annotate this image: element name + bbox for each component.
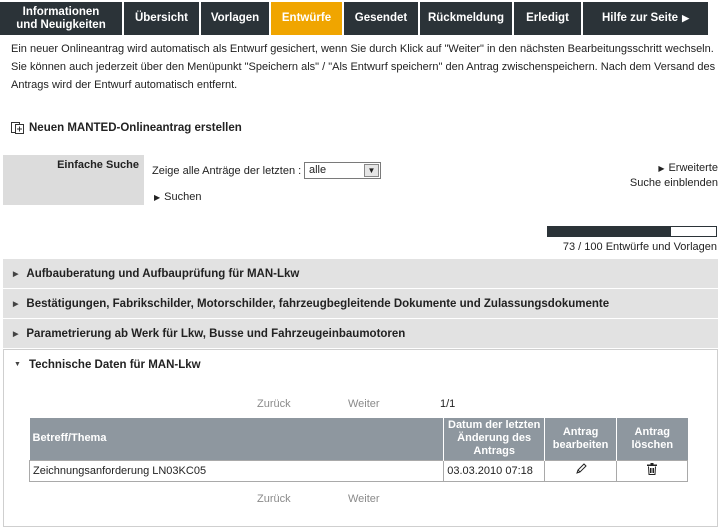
- drafts-table: Betreff/Thema Datum der letzten Änderung…: [28, 418, 688, 482]
- table-row: Zeichnungsanforderung LN03KC05 03.03.201…: [28, 459, 688, 482]
- period-select-value: alle: [309, 164, 327, 176]
- search-panel: Zeige alle Anträge der letzten : alle ▼ …: [144, 155, 718, 205]
- category-item[interactable]: ▶ Aufbauberatung und Aufbauprüfung für MA…: [3, 259, 718, 289]
- pager-next[interactable]: Weiter: [348, 398, 380, 410]
- category-item[interactable]: ▶ Bestätigungen, Fabrikschilder, Motorsch…: [3, 289, 718, 319]
- column-date: Datum der letzten Änderung des Antrags: [443, 418, 546, 460]
- tab-4[interactable]: Gesendet: [344, 2, 420, 35]
- pager-next[interactable]: Weiter: [348, 493, 380, 505]
- tab-2[interactable]: Vorlagen: [201, 2, 271, 35]
- tab-label: Informationen und Neuigkeiten: [16, 5, 106, 31]
- tab-1[interactable]: Übersicht: [124, 2, 201, 35]
- tab-label: Erledigt: [526, 12, 569, 24]
- tab-label: Übersicht: [134, 12, 189, 24]
- column-subject: Betreff/Thema: [29, 418, 445, 460]
- add-document-icon: [11, 122, 24, 134]
- trash-icon: [647, 463, 658, 475]
- category-label: Technische Daten für MAN-Lkw: [28, 358, 201, 371]
- intro-text: Ein neuer Onlineantrag wird automatisch …: [11, 43, 716, 91]
- category-item[interactable]: ▼ Technische Daten für MAN-Lkw: [3, 349, 718, 379]
- tab-label: Vorlagen: [210, 12, 260, 24]
- period-select[interactable]: alle ▼: [304, 162, 381, 179]
- search-button[interactable]: ▶ Suchen: [154, 191, 201, 203]
- column-edit: Antrag bearbeiten: [544, 418, 618, 460]
- triangle-right-icon: ▶: [13, 330, 19, 338]
- category-panel: Zurück Weiter 1/1 Betreff/Thema Datum de…: [3, 379, 718, 527]
- pencil-icon: [575, 463, 587, 474]
- advanced-search-line1: Erweiterte: [668, 162, 718, 174]
- simple-search: Einfache Suche Zeige alle Anträge der le…: [3, 155, 718, 205]
- delete-button[interactable]: [616, 459, 688, 482]
- search-button-label: Suchen: [164, 191, 202, 203]
- pager-page: 1/1: [440, 398, 456, 410]
- triangle-right-icon: ▶: [13, 300, 19, 308]
- tab-label: Entwürfe: [281, 12, 332, 24]
- column-delete: Antrag löschen: [616, 418, 688, 460]
- tab-label: Hilfe zur Seite: [602, 12, 679, 24]
- chevron-down-icon[interactable]: ▼: [364, 164, 379, 177]
- triangle-right-icon: ▶: [154, 193, 161, 202]
- table-header-row: Betreff/Thema Datum der letzten Änderung…: [29, 418, 688, 460]
- tab-6[interactable]: Erledigt: [514, 2, 583, 35]
- category-item[interactable]: ▶ Parametrierung ab Werk für Lkw, Busse u…: [3, 319, 718, 349]
- search-prompt: Zeige alle Anträge der letzten :: [152, 165, 302, 177]
- tab-5[interactable]: Rückmeldung: [420, 2, 514, 35]
- category-label: Aufbauberatung und Aufbauprüfung für MAN…: [26, 267, 300, 280]
- tab-7[interactable]: Hilfe zur Seite ▶: [583, 2, 710, 35]
- row-subject: Zeichnungsanforderung LN03KC05: [28, 459, 445, 482]
- advanced-search-link[interactable]: ▶ Erweiterte Suche einblenden: [630, 161, 718, 191]
- triangle-right-icon: ▶: [13, 270, 19, 278]
- tab-label: Gesendet: [354, 12, 408, 24]
- tab-label: Rückmeldung: [427, 12, 505, 24]
- advanced-search-line2: Suche einblenden: [629, 177, 718, 189]
- row-date: 03.03.2010 07:18: [443, 459, 546, 482]
- edit-button[interactable]: [544, 459, 618, 482]
- quota-bar: [547, 226, 717, 237]
- create-application-link[interactable]: Neuen MANTED-Onlineantrag erstellen: [11, 122, 242, 134]
- triangle-down-icon: ▼: [14, 361, 21, 368]
- main-nav: Informationen und Neuigkeiten Übersicht Vo…: [0, 2, 720, 35]
- triangle-right-icon: ▶: [658, 164, 665, 173]
- triangle-right-icon: ▶: [682, 13, 689, 23]
- quota-bar-fill: [548, 227, 671, 236]
- search-label: Einfache Suche: [57, 159, 139, 171]
- tab-0[interactable]: Informationen und Neuigkeiten: [0, 2, 124, 35]
- category-list: ▶ Aufbauberatung und Aufbauprüfung für MA…: [3, 259, 718, 379]
- category-label: Parametrierung ab Werk für Lkw, Busse un…: [26, 327, 406, 340]
- pager-back[interactable]: Zurück: [257, 493, 291, 505]
- category-label: Bestätigungen, Fabrikschilder, Motorschi…: [26, 297, 610, 310]
- quota-text: 73 / 100 Entwürfe und Vorlagen: [562, 241, 717, 253]
- create-application-label: Neuen MANTED-Onlineantrag erstellen: [29, 122, 242, 134]
- tab-3[interactable]: Entwürfe: [271, 2, 344, 35]
- pager-back[interactable]: Zurück: [257, 398, 291, 410]
